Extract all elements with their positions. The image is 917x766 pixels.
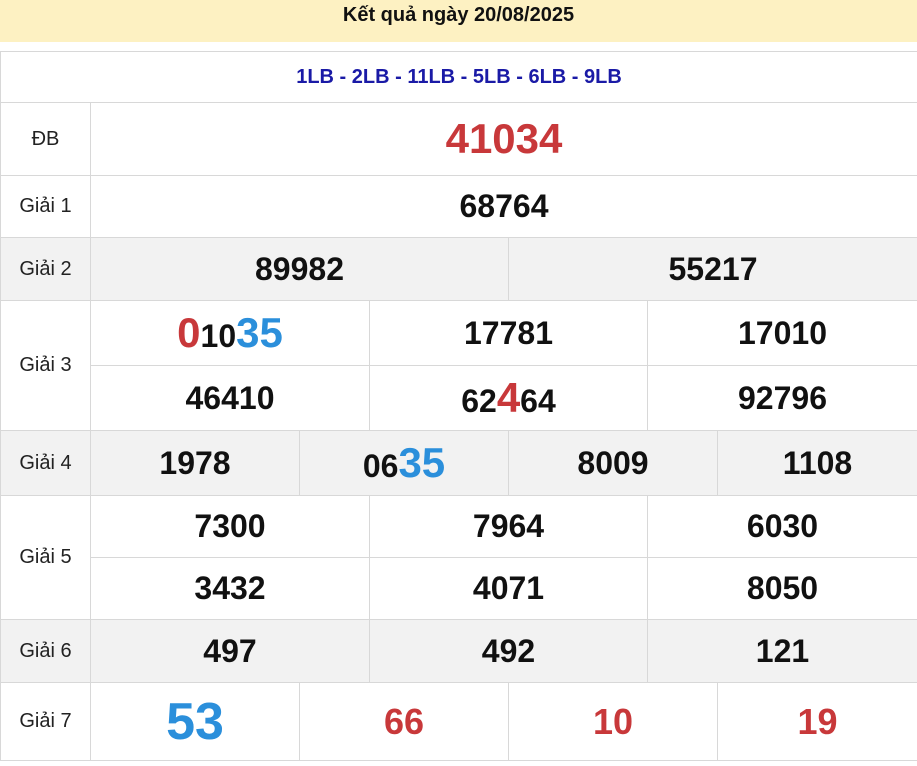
prize-5-3: 6030 (647, 495, 917, 558)
label-g1: Giải 1 (0, 175, 91, 238)
prize-6-1: 497 (90, 619, 370, 683)
page-title: Kết quả ngày 20/08/2025 (0, 0, 917, 42)
prize-3-3: 17010 (647, 300, 917, 366)
prize-3-2: 17781 (369, 300, 648, 366)
prize-4-4: 1108 (717, 430, 917, 496)
prize-6-2: 492 (369, 619, 648, 683)
prize-4-2: 0635 (299, 430, 509, 496)
special-prize: 41034 (90, 102, 917, 176)
prize-7-1: 53 (90, 682, 300, 761)
prize-4-1: 1978 (90, 430, 300, 496)
prize-7-2: 66 (299, 682, 509, 761)
label-g2: Giải 2 (0, 237, 91, 301)
prize-3-5: 62464 (369, 365, 648, 431)
prize-3-4: 46410 (90, 365, 370, 431)
label-g7: Giải 7 (0, 682, 91, 761)
prize-2-2: 55217 (508, 237, 917, 301)
prize-3-1: 01035 (90, 300, 370, 366)
digit-highlight: 4 (496, 374, 521, 421)
digit-highlight: 35 (398, 439, 446, 486)
digit-normal: 10 (200, 318, 237, 354)
prize-3-6: 92796 (647, 365, 917, 431)
prize-7-1-value: 53 (166, 692, 224, 751)
prize-7-4: 19 (717, 682, 917, 761)
prize-5-2: 7964 (369, 495, 648, 558)
prize-5-4: 3432 (90, 557, 370, 620)
prize-6-3: 121 (647, 619, 917, 683)
digit-normal: 06 (362, 448, 399, 484)
prize-5-1: 7300 (90, 495, 370, 558)
label-g5: Giải 5 (0, 495, 91, 620)
prize-5-6: 8050 (647, 557, 917, 620)
prize-2-1: 89982 (90, 237, 509, 301)
label-db: ĐB (0, 102, 91, 176)
digit-highlight: 0 (177, 309, 201, 356)
results-table: 1LB - 2LB - 11LB - 5LB - 6LB - 9LB ĐB 41… (0, 51, 917, 761)
digit-normal: 62 (461, 383, 497, 419)
label-g6: Giải 6 (0, 619, 91, 683)
prize-5-5: 4071 (369, 557, 648, 620)
prize-4-3: 8009 (508, 430, 718, 496)
digit-normal: 64 (520, 383, 556, 419)
province-codes: 1LB - 2LB - 11LB - 5LB - 6LB - 9LB (0, 51, 917, 103)
digit-highlight: 35 (236, 309, 283, 356)
label-g3: Giải 3 (0, 300, 91, 431)
prize-1: 68764 (90, 175, 917, 238)
label-g4: Giải 4 (0, 430, 91, 496)
prize-7-3: 10 (508, 682, 718, 761)
